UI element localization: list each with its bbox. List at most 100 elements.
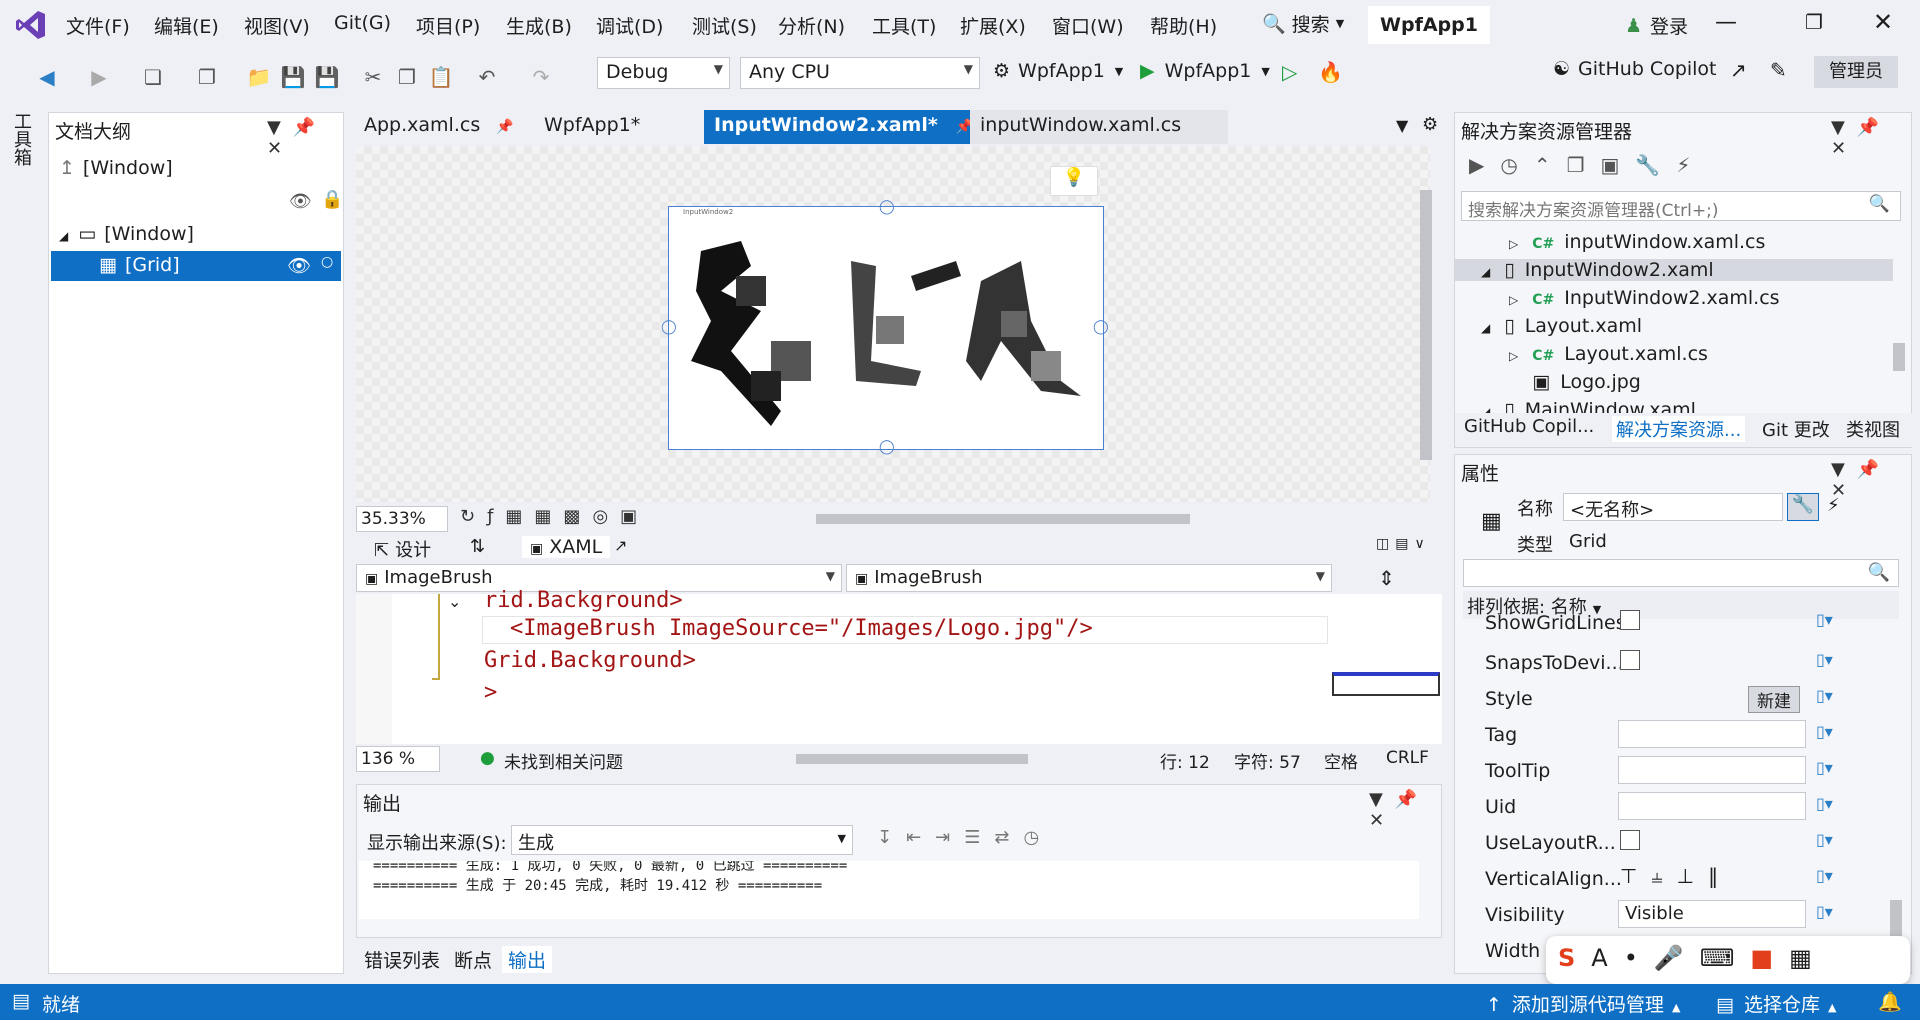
property-marker-icon[interactable]: ▯▾ xyxy=(1816,610,1833,629)
output-log[interactable]: ========== 生成: 1 成功, 0 失败, 0 最新, 0 已跳过 =… xyxy=(359,861,1419,919)
new-project-icon[interactable]: ❏ xyxy=(140,64,166,90)
name-input[interactable]: <无名称> xyxy=(1563,493,1783,521)
property-marker-icon[interactable]: ▯▾ xyxy=(1816,830,1833,849)
copy-icon[interactable]: ❐ xyxy=(394,64,420,90)
menu-item[interactable]: 编辑(E) xyxy=(154,12,219,39)
menu-item[interactable]: Git(G) xyxy=(334,12,391,34)
resize-handle-left[interactable]: ◯ xyxy=(661,319,677,335)
menu-item[interactable]: 视图(V) xyxy=(244,12,310,39)
designer-zoom-select[interactable]: 35.33% xyxy=(356,506,448,532)
caret-down-icon[interactable]: ◢ xyxy=(1481,321,1490,335)
designer-vertical-scrollbar[interactable] xyxy=(1420,150,1432,500)
solution-panel-tab[interactable]: Git 更改 xyxy=(1762,416,1830,442)
eye-icon[interactable]: 👁 xyxy=(289,191,312,212)
menu-item[interactable]: 项目(P) xyxy=(416,12,480,39)
resize-handle-bottom[interactable]: ◯ xyxy=(879,439,895,455)
tab-overflow-icon[interactable]: ▼ xyxy=(1396,116,1408,135)
solution-item[interactable]: ▷ C# inputWindow.xaml.cs xyxy=(1509,231,1765,253)
share-icon[interactable]: ↗ xyxy=(1730,58,1747,82)
solution-search-input[interactable]: 搜索解决方案资源管理器(Ctrl+;) 🔍 xyxy=(1461,191,1901,221)
designer-window-frame[interactable]: InputWindow2 ◯ ◯ ◯ ◯ xyxy=(661,199,1109,455)
resize-handle-right[interactable]: ◯ xyxy=(1093,319,1109,335)
menu-item[interactable]: 生成(B) xyxy=(506,12,572,39)
toolbox-tab[interactable]: 工具箱 xyxy=(11,112,34,166)
property-marker-icon[interactable]: ▯▾ xyxy=(1816,866,1833,885)
property-input[interactable] xyxy=(1618,720,1806,748)
solution-item[interactable]: ▷ C# Layout.xaml.cs xyxy=(1509,343,1708,365)
tab-wpfapp1[interactable]: WpfApp1* xyxy=(534,110,694,144)
designer-tools[interactable]: ↻ƒ▦▦▩◎▣ xyxy=(460,506,649,527)
menu-item[interactable]: 分析(N) xyxy=(778,12,845,39)
split-view-icon[interactable]: ⇕ xyxy=(1378,566,1395,590)
events-icon[interactable]: ⚡ xyxy=(1827,495,1840,516)
output-source-select[interactable]: 生成 ▼ xyxy=(511,825,853,855)
solution-item[interactable]: ▷▣Logo.jpg xyxy=(1509,371,1641,393)
undo-icon[interactable]: ↶ xyxy=(474,64,500,90)
tab-breakpoints[interactable]: 断点 xyxy=(454,946,492,973)
panel-controls[interactable]: ▼📌✕ xyxy=(1831,459,1911,501)
hot-reload-icon[interactable]: 🔥 xyxy=(1318,60,1343,84)
property-checkbox[interactable] xyxy=(1620,650,1640,670)
editor-horizontal-scrollbar[interactable] xyxy=(796,754,1028,764)
solution-panel-tab[interactable]: GitHub Copil... xyxy=(1464,416,1594,437)
run-without-debug-icon[interactable]: ▷ xyxy=(1282,60,1297,84)
property-input[interactable] xyxy=(1618,792,1806,820)
solution-item[interactable]: ▷ C# InputWindow2.xaml.cs xyxy=(1509,287,1780,309)
run-button[interactable]: ▶ WpfApp1 ▼ xyxy=(1140,60,1270,82)
property-checkbox[interactable] xyxy=(1620,610,1640,630)
swap-panes-icon[interactable]: ⇅ xyxy=(470,536,485,557)
feedback-icon[interactable]: ✎ xyxy=(1770,58,1787,82)
property-search-input[interactable]: 🔍 xyxy=(1463,559,1899,587)
style-new-button[interactable]: 新建 xyxy=(1748,686,1800,713)
property-marker-icon[interactable]: ▯▾ xyxy=(1816,902,1833,921)
output-toolbar[interactable]: ↧⇤⇥☰⇄◷ xyxy=(877,827,1053,848)
designer-horizontal-scrollbar[interactable] xyxy=(700,512,1410,526)
vertical-alignment-buttons[interactable]: ⊤⫨⊥‖ xyxy=(1620,864,1732,888)
open-folder-icon[interactable]: 📁 xyxy=(246,64,272,90)
minimize-button[interactable]: — xyxy=(1715,10,1737,35)
search-box[interactable]: 🔍 搜索 ▼ xyxy=(1262,10,1344,37)
property-input[interactable] xyxy=(1618,756,1806,784)
properties-wrench-icon[interactable]: 🔧 xyxy=(1787,493,1819,521)
forward-icon[interactable]: ▶ xyxy=(86,64,112,90)
ime-toolbar[interactable]: SA•🎤⌨■▦ xyxy=(1546,936,1910,984)
tab-output[interactable]: 输出 xyxy=(502,946,553,973)
lock-icon[interactable]: 🔒 xyxy=(321,189,343,210)
xaml-code-area[interactable]: ⌄ rid.Background> <ImageBrush ImageSourc… xyxy=(356,588,1330,744)
close-window-button[interactable]: ✕ xyxy=(1873,8,1893,36)
tab-inputwindow2-xaml[interactable]: InputWindow2.xaml*📌✕ xyxy=(704,110,1003,144)
eol-indicator[interactable]: CRLF xyxy=(1386,748,1429,768)
property-marker-icon[interactable]: ▯▾ xyxy=(1816,722,1833,741)
circle-icon[interactable]: ○ xyxy=(321,254,333,270)
save-icon[interactable]: 💾 xyxy=(280,64,306,90)
copilot-button[interactable]: ☯ GitHub Copilot xyxy=(1553,58,1717,80)
code-minimap[interactable] xyxy=(1330,594,1442,744)
layout-toggle-icons[interactable]: ◫▤∨ xyxy=(1376,536,1431,552)
restore-button[interactable]: ❐ xyxy=(1805,10,1823,34)
menu-item[interactable]: 扩展(X) xyxy=(960,12,1026,39)
solution-scrollbar[interactable] xyxy=(1893,229,1905,425)
solution-panel-tab[interactable]: 类视图 xyxy=(1846,416,1900,442)
cut-icon[interactable]: ✂ xyxy=(360,64,386,90)
outline-root[interactable]: ↥ [Window] xyxy=(59,157,173,179)
panel-controls[interactable]: ▼📌✕ xyxy=(1369,789,1441,831)
menu-item[interactable]: 工具(T) xyxy=(872,12,936,39)
add-source-control-button[interactable]: ↑ 添加到源代码管理 ▲ xyxy=(1486,990,1680,1017)
back-icon[interactable]: ◀ xyxy=(34,64,60,90)
tab-error-list[interactable]: 错误列表 xyxy=(364,946,440,973)
menu-item[interactable]: 测试(S) xyxy=(692,12,757,39)
property-checkbox[interactable] xyxy=(1620,830,1640,850)
add-item-icon[interactable]: ❐ xyxy=(194,64,220,90)
tab-inputwindow-xaml-cs[interactable]: inputWindow.xaml.cs xyxy=(970,110,1228,144)
lightbulb-button[interactable]: 💡 xyxy=(1050,166,1098,196)
startup-project-select[interactable]: ⚙ WpfApp1 ▼ xyxy=(993,60,1123,82)
issues-status[interactable]: 未找到相关问题 xyxy=(504,748,623,773)
select-repo-button[interactable]: ▤ 选择仓库 ▲ xyxy=(1716,990,1836,1017)
platform-select[interactable]: Any CPU ▼ xyxy=(740,57,980,89)
collapse-icon[interactable]: ⌄ xyxy=(448,592,461,611)
caret-right-icon[interactable]: ▷ xyxy=(1509,293,1518,307)
caret-right-icon[interactable]: ▷ xyxy=(1509,349,1518,363)
menu-item[interactable]: 窗口(W) xyxy=(1052,12,1124,39)
tab-app-xaml-cs[interactable]: App.xaml.cs 📌 xyxy=(354,110,514,144)
solution-toolbar[interactable]: ▶◷⌃❐▣🔧⚡ xyxy=(1469,153,1706,177)
